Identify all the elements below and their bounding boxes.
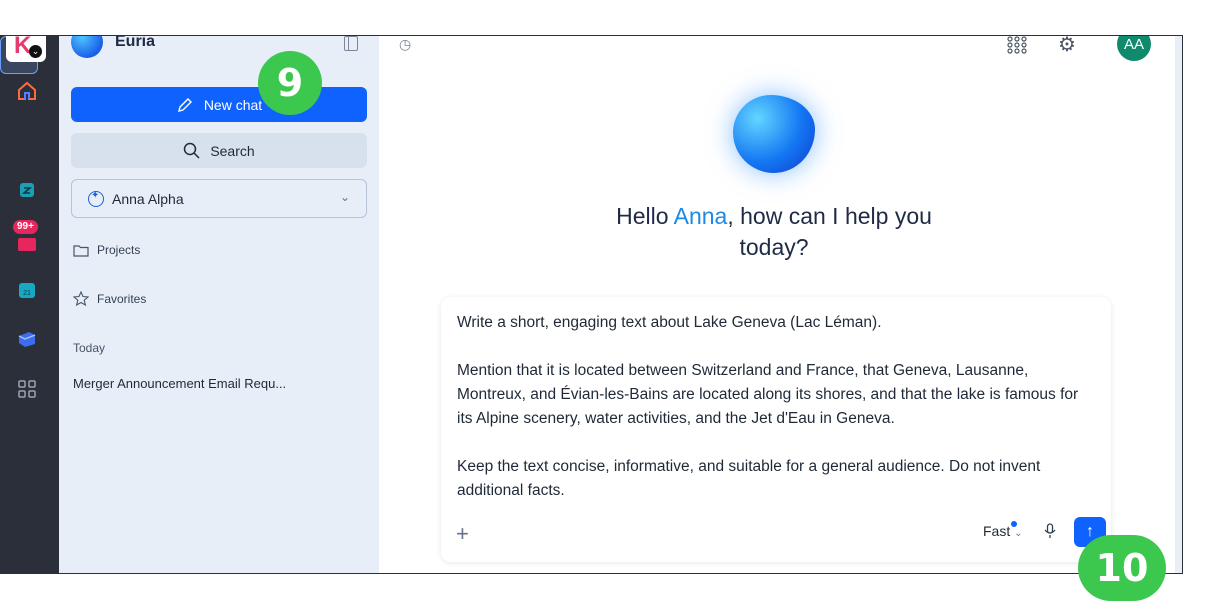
conversation-item[interactable]: Merger Announcement Email Requ...: [73, 376, 286, 391]
greeting-name: Anna: [673, 203, 728, 229]
step-marker: 9: [258, 51, 322, 115]
assistant-icon: [88, 190, 104, 207]
collapse-sidebar-icon[interactable]: [344, 36, 358, 51]
app-rail: K ⌄ 99+ 21: [0, 36, 59, 573]
apps-grid-icon[interactable]: [12, 374, 42, 404]
greeting-prefix: Hello: [616, 203, 674, 229]
apps-launcher-icon[interactable]: [1006, 36, 1028, 54]
projects-label: Projects: [97, 243, 141, 257]
chevron-down-icon: ⌄: [1014, 528, 1023, 539]
kdrive-logo[interactable]: K ⌄: [6, 36, 46, 62]
euria-logo: [71, 36, 103, 58]
search-icon: [184, 142, 200, 159]
folder-icon: [73, 244, 89, 257]
microphone-icon[interactable]: [1044, 523, 1056, 542]
app-window: K ⌄ 99+ 21 Euria New chat Search ✦ Anna …: [0, 35, 1183, 574]
home-icon[interactable]: [12, 76, 42, 106]
chevron-down-icon: ⌄: [339, 190, 350, 204]
mode-label: Fast: [983, 523, 1011, 539]
drive-icon[interactable]: [12, 175, 42, 205]
euria-hero-icon: [733, 95, 815, 173]
star-icon: [73, 291, 89, 306]
avatar[interactable]: AA: [1117, 36, 1151, 61]
prompt-paragraph: Write a short, engaging text about Lake …: [457, 314, 882, 331]
add-attachment-icon[interactable]: +: [456, 521, 469, 547]
favorites-link[interactable]: Favorites: [73, 291, 146, 306]
new-chat-label: New chat: [203, 96, 263, 113]
greeting: Hello Anna, how can I help you today?: [379, 201, 1169, 263]
assistant-label: Anna Alpha: [112, 190, 184, 207]
svg-text:21: 21: [23, 290, 31, 297]
favorites-label: Favorites: [97, 291, 147, 306]
search-label: Search: [210, 142, 255, 159]
message-composer[interactable]: Write a short, engaging text about Lake …: [441, 297, 1111, 562]
new-chat-button[interactable]: New chat: [71, 87, 367, 122]
search-button[interactable]: Search: [71, 133, 367, 168]
scrollbar[interactable]: [1175, 36, 1182, 573]
gear-icon[interactable]: ⚙: [1058, 36, 1076, 57]
step-marker: 10: [1078, 535, 1166, 601]
prompt-input[interactable]: Write a short, engaging text about Lake …: [457, 311, 1089, 527]
section-heading-today: Today: [73, 341, 106, 355]
mode-indicator-dot: [1011, 521, 1017, 527]
conversation-sidebar: Euria New chat Search Anna Alpha ⌄ Proje…: [59, 36, 379, 573]
mail-icon[interactable]: [12, 228, 42, 258]
pencil-icon: [177, 97, 192, 112]
prompt-paragraph: Mention that it is located between Switz…: [457, 362, 1079, 427]
greeting-suffix: , how can I help you today?: [727, 203, 932, 260]
chat-main: ◷ ⚙ AA Hello Anna, how can I help you to…: [379, 36, 1182, 573]
kchat-icon[interactable]: [12, 324, 42, 354]
app-title: Euria: [115, 35, 156, 50]
assistant-select[interactable]: Anna Alpha ⌄: [71, 179, 367, 218]
history-icon[interactable]: ◷: [399, 36, 411, 53]
arrow-up-icon: ↑: [1086, 523, 1094, 540]
projects-link[interactable]: Projects: [73, 243, 140, 257]
calendar-icon[interactable]: 21: [12, 275, 42, 305]
prompt-paragraph: Keep the text concise, informative, and …: [457, 458, 1041, 499]
